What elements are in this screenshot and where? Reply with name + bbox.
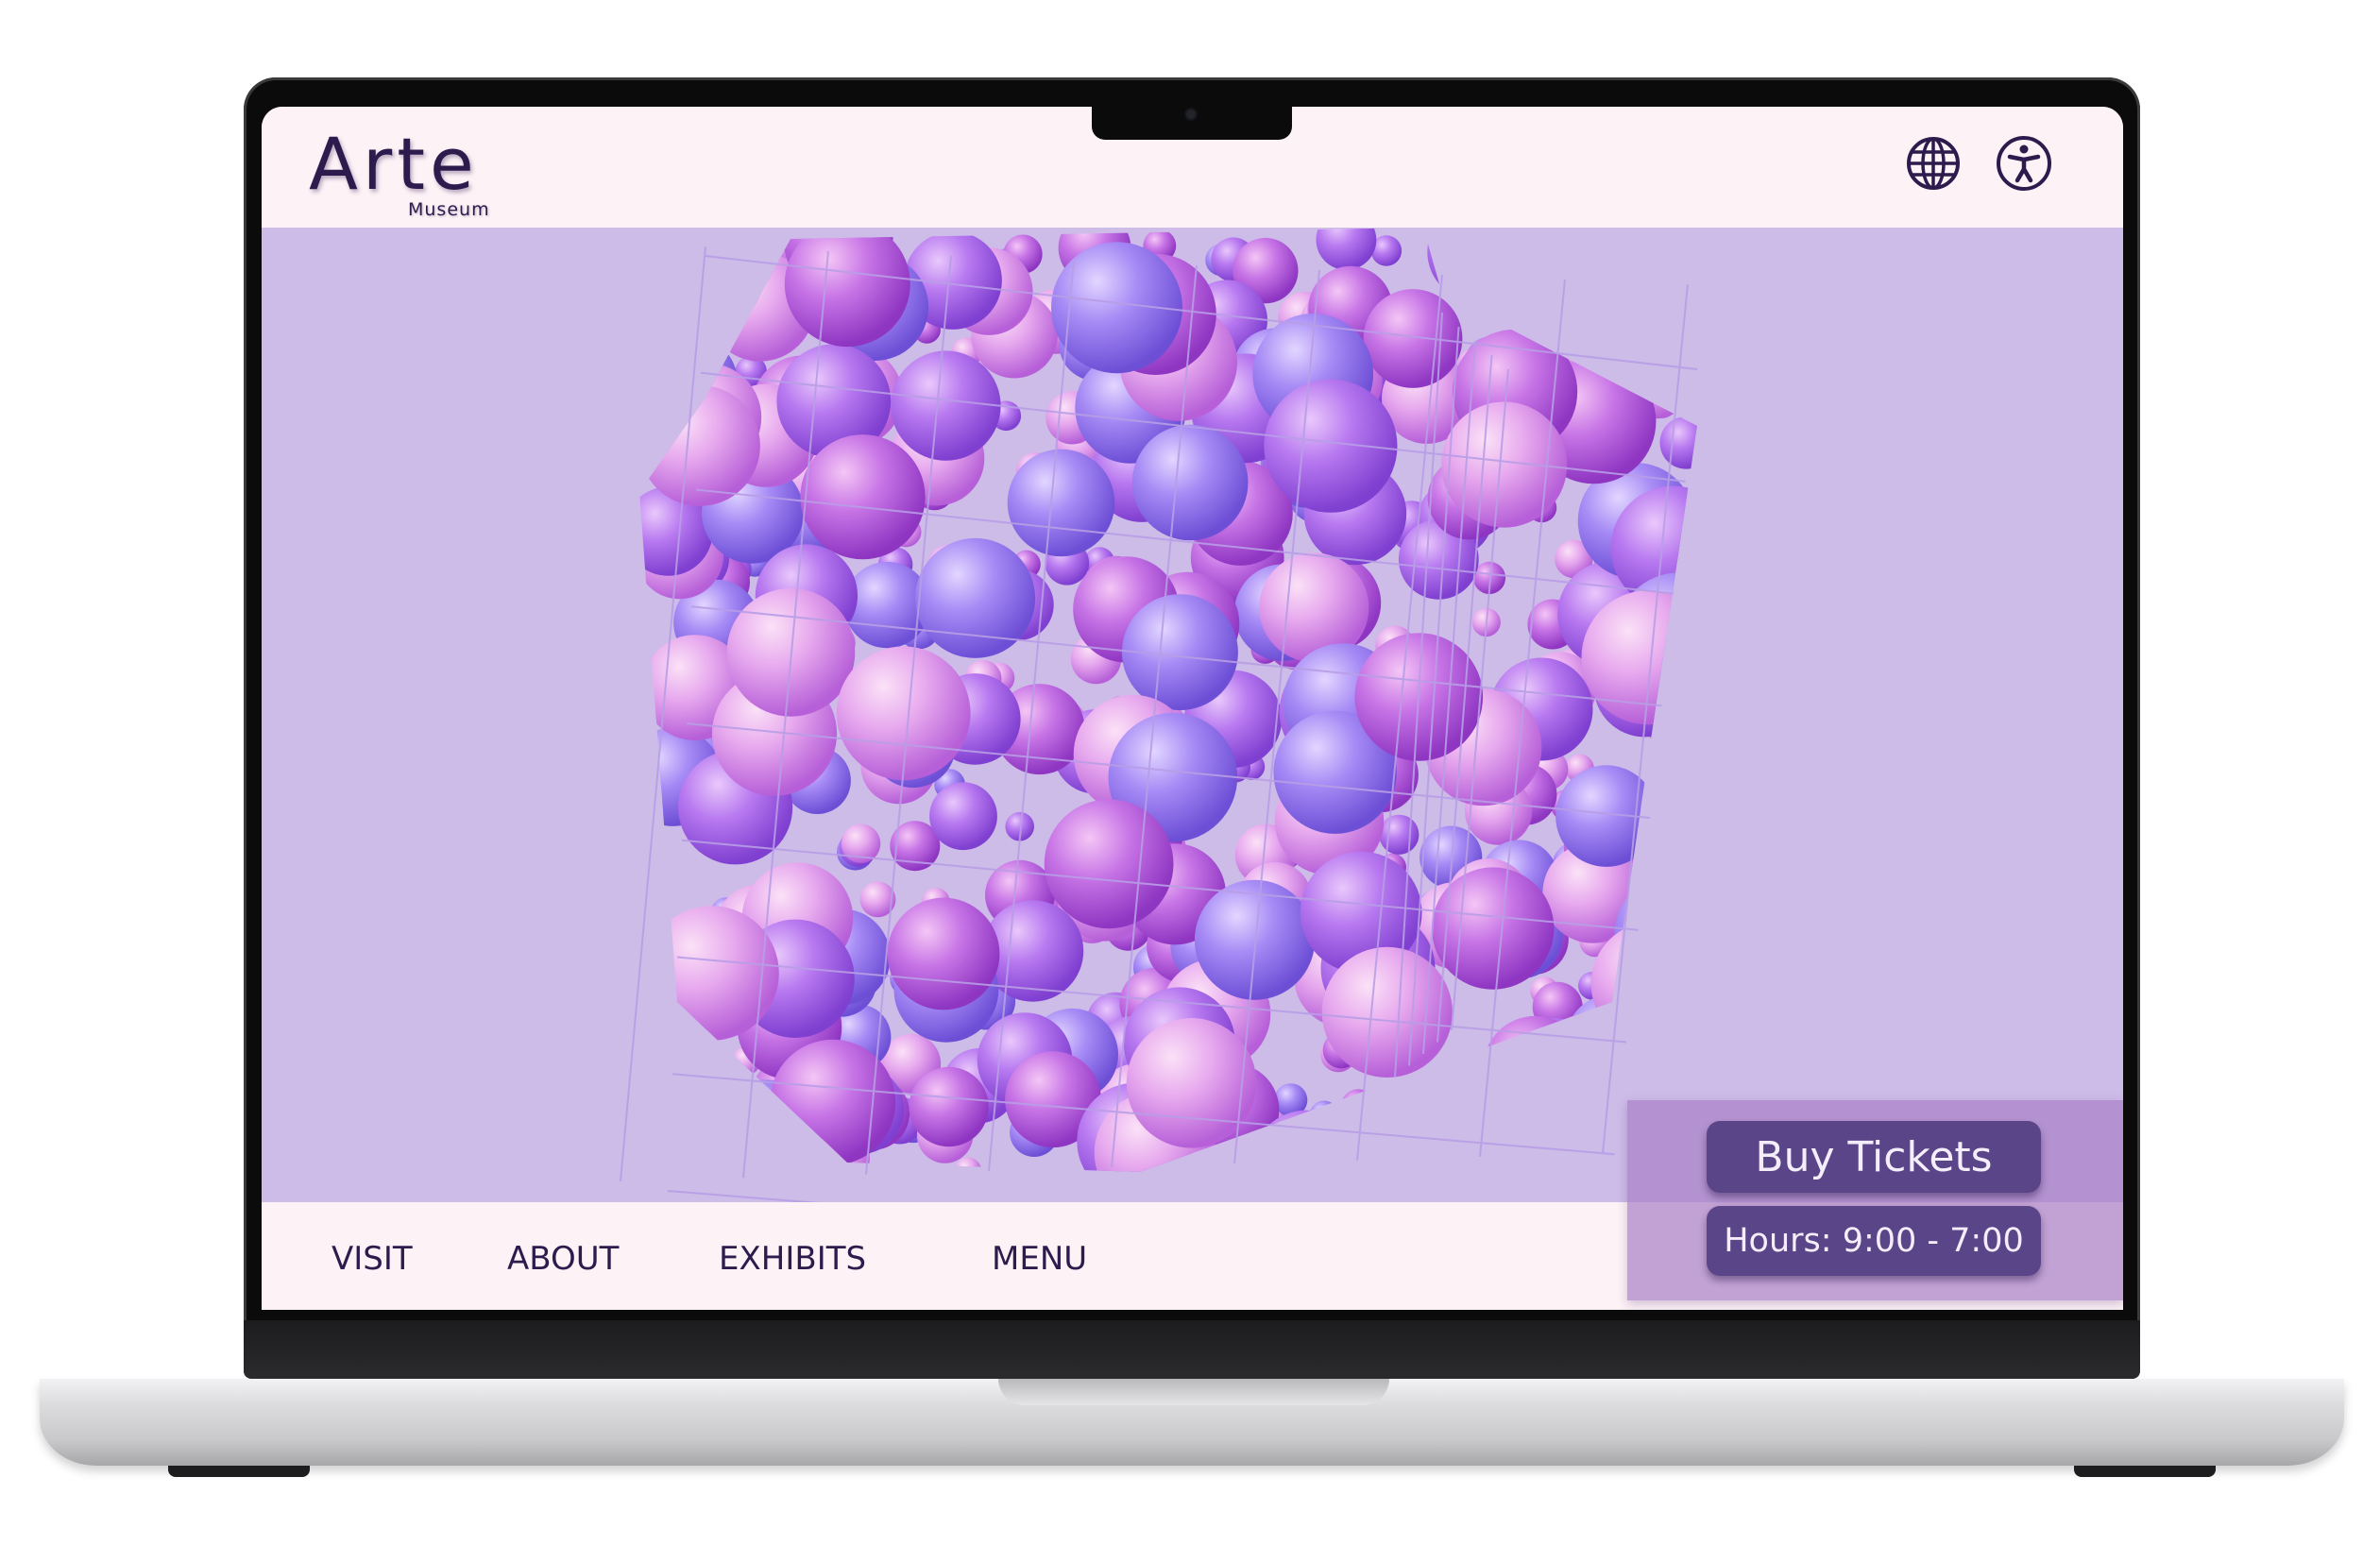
hours-button[interactable]: Hours: 9:00 - 7:00	[1707, 1206, 2041, 1276]
sphere	[1622, 929, 1652, 959]
sphere	[1555, 245, 1595, 285]
sphere	[909, 1066, 989, 1147]
sphere	[644, 906, 779, 1041]
sphere	[1614, 228, 1659, 262]
sphere	[1529, 239, 1614, 324]
logo-wordmark: Arte	[309, 122, 479, 206]
sphere	[1044, 799, 1174, 929]
laptop-foot-right	[2074, 1466, 2216, 1477]
grid-line	[667, 1190, 820, 1202]
sphere	[1427, 228, 1527, 302]
sphere	[954, 1157, 982, 1172]
sphere	[1321, 946, 1453, 1078]
buy-tickets-button[interactable]: Buy Tickets	[1707, 1121, 2041, 1193]
sphere	[1341, 1089, 1375, 1123]
sphere	[1464, 1109, 1562, 1172]
camera-icon	[1186, 110, 1196, 119]
sphere	[1363, 289, 1463, 388]
sphere	[1379, 814, 1420, 855]
sphere	[1651, 228, 1681, 257]
laptop-foot-left	[168, 1466, 310, 1477]
nav-menu[interactable]: MENU	[992, 1240, 1087, 1278]
sphere	[891, 350, 1001, 461]
sphere	[639, 1112, 711, 1172]
nav-exhibits[interactable]: EXHIBITS	[719, 1240, 866, 1278]
globe-icon[interactable]	[1903, 133, 1964, 194]
sphere	[1316, 228, 1377, 270]
sphere	[800, 434, 926, 560]
sphere	[1606, 261, 1697, 368]
nav-visit[interactable]: VISIT	[332, 1240, 413, 1278]
sphere	[1610, 485, 1697, 610]
sphere	[1637, 1054, 1674, 1091]
laptop-mockup: Arte Museum VISIT ABOUT EXHIBITS MENU Bu…	[0, 0, 2380, 1545]
sphere	[1309, 1100, 1339, 1129]
sphere	[1614, 874, 1697, 996]
sphere	[1521, 252, 1548, 280]
laptop-screen: Arte Museum VISIT ABOUT EXHIBITS MENU Bu…	[262, 107, 2123, 1310]
sphere	[929, 782, 997, 851]
sphere	[1264, 379, 1398, 513]
sphere	[1483, 1015, 1588, 1121]
sphere	[639, 384, 760, 506]
sphere	[1628, 874, 1663, 909]
sphere	[1560, 1015, 1630, 1085]
sphere	[1490, 1065, 1522, 1097]
sphere	[1593, 228, 1648, 266]
laptop-base	[40, 1379, 2344, 1466]
sphere	[1131, 424, 1249, 541]
sphere	[1590, 922, 1697, 1046]
sphere	[1556, 765, 1658, 867]
sphere	[1659, 416, 1697, 469]
sphere	[710, 266, 760, 316]
hero-image	[262, 228, 2123, 1202]
laptop-lid-hinge	[244, 1320, 2140, 1379]
logo-subtitle: Museum	[408, 199, 490, 220]
logo[interactable]: Arte Museum	[309, 122, 498, 220]
sphere	[1445, 230, 1505, 290]
ticket-panel: Buy Tickets Hours: 9:00 - 7:00	[1627, 1100, 2123, 1300]
sphere	[1580, 241, 1627, 287]
nav-about[interactable]: ABOUT	[507, 1240, 619, 1278]
sphere	[1634, 807, 1697, 885]
sphere	[1574, 245, 1653, 323]
laptop-opening-groove	[998, 1379, 1389, 1405]
sphere	[1547, 1098, 1598, 1148]
sphere	[887, 897, 1000, 1010]
sphere	[1402, 1095, 1430, 1122]
spheres-cube-artwork	[620, 228, 1698, 1202]
sphere	[1629, 228, 1697, 318]
accessibility-icon[interactable]	[1994, 133, 2054, 194]
sphere	[1643, 1023, 1670, 1050]
camera-notch	[1092, 104, 1292, 140]
sphere	[1007, 449, 1115, 557]
sphere	[1599, 282, 1627, 310]
sphere	[1619, 304, 1680, 365]
